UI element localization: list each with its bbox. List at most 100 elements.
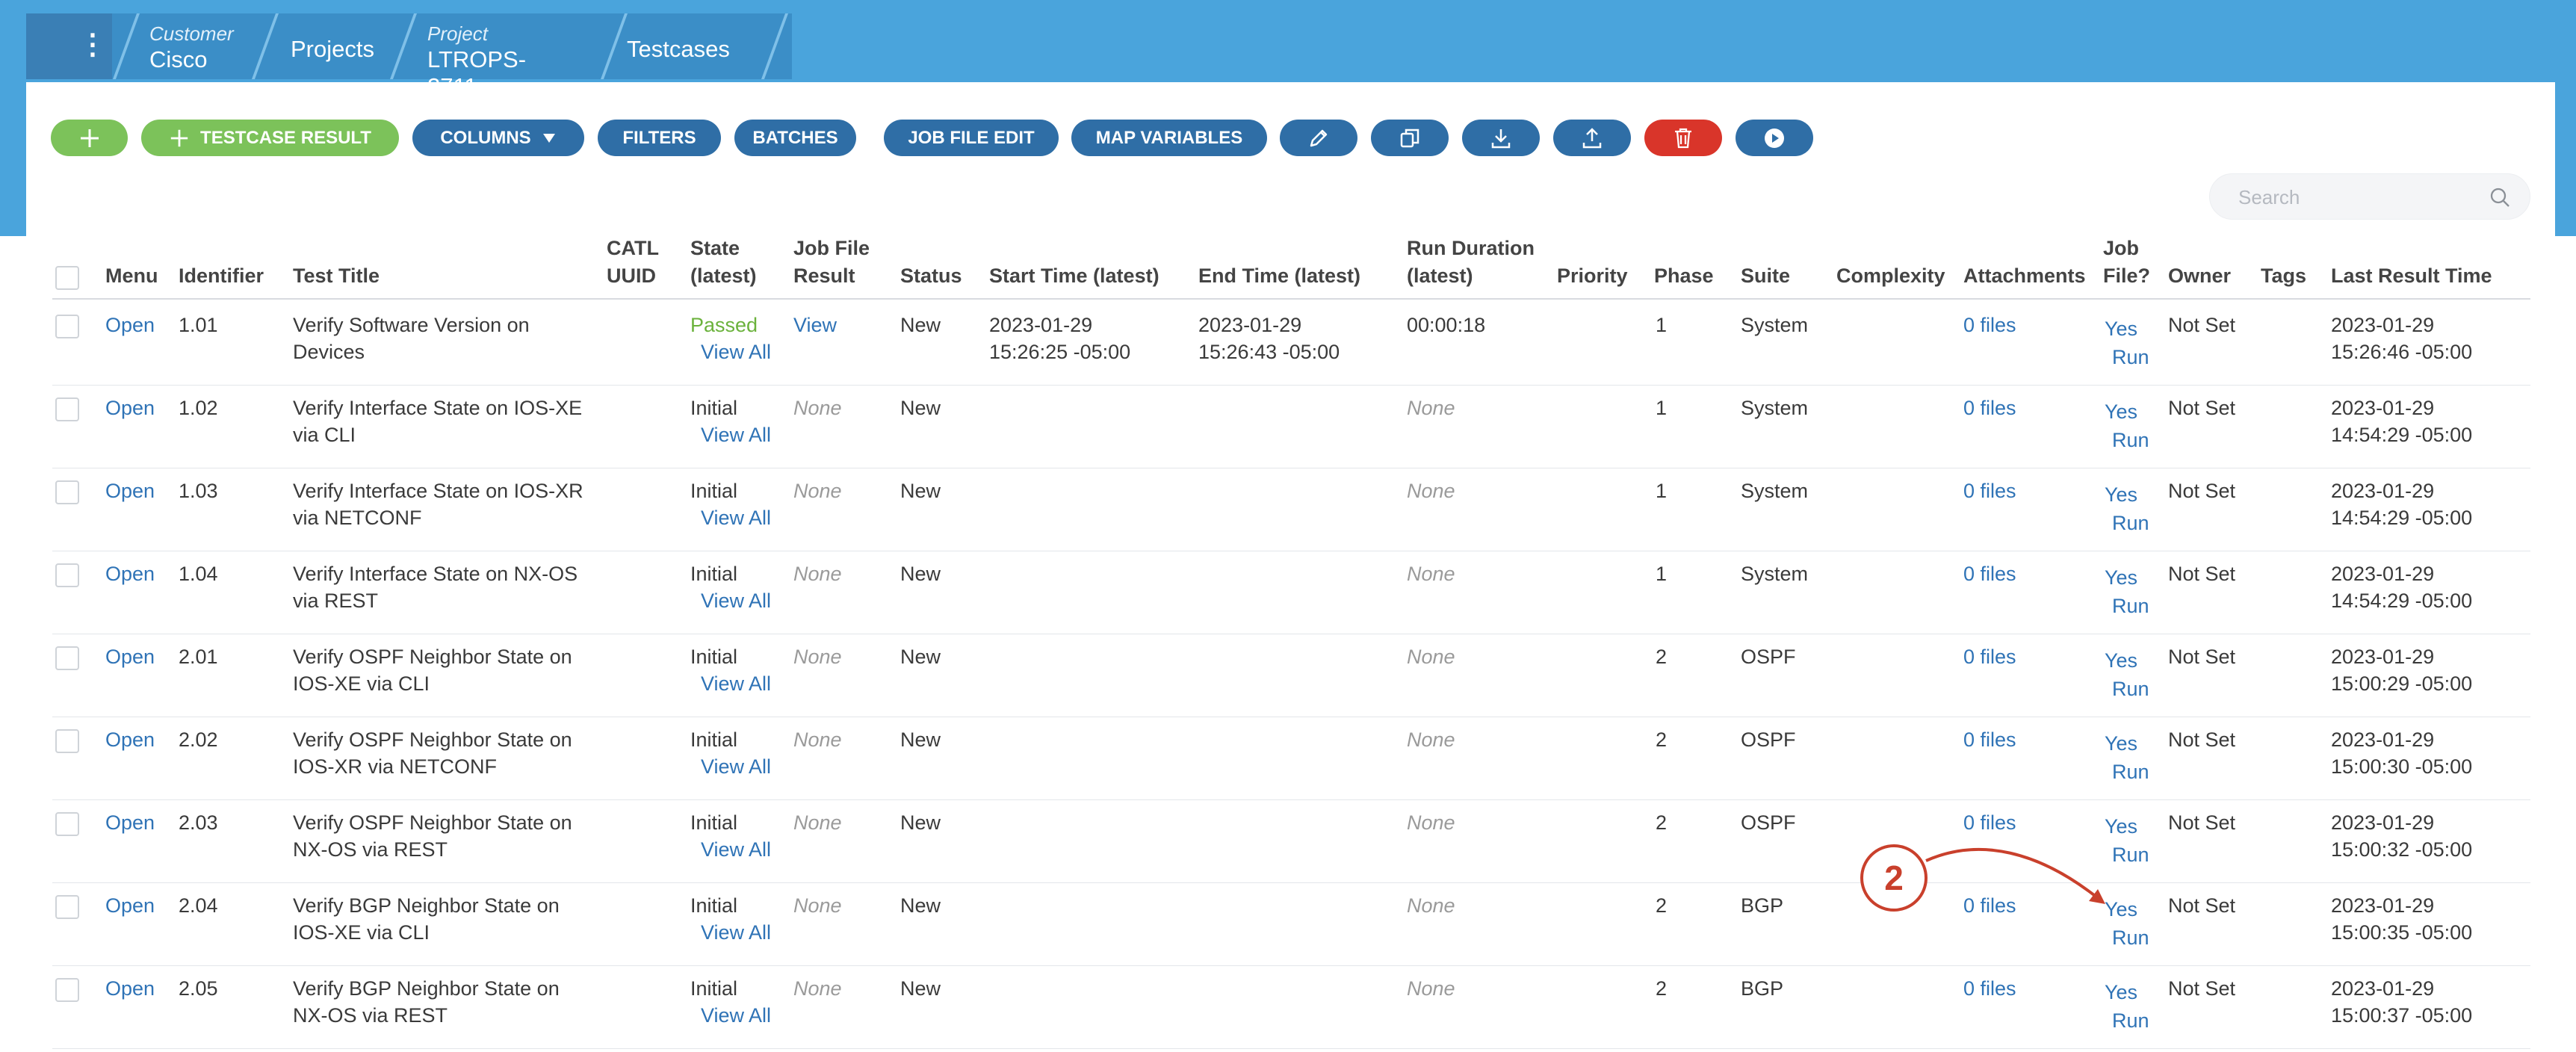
column-header-catl-uuid-line2[interactable]: UUID: [607, 262, 656, 290]
row-view-all-link[interactable]: View All: [701, 587, 771, 615]
row-job-file-result[interactable]: None: [793, 394, 842, 422]
row-checkbox[interactable]: [55, 563, 79, 587]
row-run-link[interactable]: Run: [2112, 841, 2149, 869]
row-job-file-yes-link[interactable]: Yes: [2105, 647, 2137, 675]
row-run-link[interactable]: Run: [2112, 924, 2149, 952]
row-checkbox[interactable]: [55, 315, 79, 338]
row-job-file-result[interactable]: None: [793, 975, 842, 1003]
row-job-file-yes-link[interactable]: Yes: [2105, 813, 2137, 841]
row-view-all-link[interactable]: View All: [701, 504, 771, 532]
column-header-suite[interactable]: Suite: [1741, 262, 1790, 290]
row-open-link[interactable]: Open: [105, 312, 155, 339]
row-open-link[interactable]: Open: [105, 643, 155, 671]
row-view-all-link[interactable]: View All: [701, 421, 771, 449]
row-run-link[interactable]: Run: [2112, 675, 2149, 703]
column-header-job-file-result-line2[interactable]: Result: [793, 262, 855, 290]
row-attachments-link[interactable]: 0 files: [1963, 394, 2016, 422]
column-header-state-line1[interactable]: State: [690, 235, 740, 262]
breadcrumb-testcases[interactable]: Testcases: [627, 36, 730, 63]
row-job-file-result[interactable]: None: [793, 892, 842, 920]
run-button[interactable]: [1736, 120, 1813, 156]
menu-dots-icon[interactable]: ⋮: [78, 30, 107, 60]
columns-button[interactable]: COLUMNS: [412, 120, 584, 156]
column-header-status[interactable]: Status: [900, 262, 962, 290]
breadcrumb-customer-value[interactable]: Cisco: [149, 46, 208, 73]
column-header-test-title[interactable]: Test Title: [293, 262, 380, 290]
row-checkbox[interactable]: [55, 729, 79, 753]
row-run-link[interactable]: Run: [2112, 510, 2149, 537]
row-job-file-result[interactable]: View: [793, 312, 837, 339]
row-job-file-yes-link[interactable]: Yes: [2105, 398, 2137, 426]
row-view-all-link[interactable]: View All: [701, 836, 771, 864]
testcase-result-button[interactable]: TESTCASE RESULT: [141, 120, 399, 156]
select-all-checkbox[interactable]: [55, 266, 79, 290]
filters-button[interactable]: FILTERS: [598, 120, 721, 156]
breadcrumb-project-value[interactable]: LTROPS-2711: [427, 46, 526, 100]
row-job-file-result[interactable]: None: [793, 477, 842, 505]
column-header-job-file-line1[interactable]: Job: [2103, 235, 2139, 262]
row-attachments-link[interactable]: 0 files: [1963, 643, 2016, 671]
row-job-file-yes-link[interactable]: Yes: [2105, 979, 2137, 1006]
row-run-link[interactable]: Run: [2112, 592, 2149, 620]
column-header-attachments[interactable]: Attachments: [1963, 262, 2086, 290]
row-attachments-link[interactable]: 0 files: [1963, 312, 2016, 339]
column-header-owner[interactable]: Owner: [2168, 262, 2231, 290]
row-view-all-link[interactable]: View All: [701, 1002, 771, 1030]
download-button[interactable]: [1462, 120, 1540, 156]
row-run-link[interactable]: Run: [2112, 1007, 2149, 1035]
row-view-all-link[interactable]: View All: [701, 753, 771, 781]
column-header-end-time[interactable]: End Time (latest): [1198, 262, 1360, 290]
row-job-file-yes-link[interactable]: Yes: [2105, 315, 2137, 343]
column-header-tags[interactable]: Tags: [2261, 262, 2306, 290]
row-run-link[interactable]: Run: [2112, 427, 2149, 454]
upload-button[interactable]: [1553, 120, 1631, 156]
column-header-start-time[interactable]: Start Time (latest): [989, 262, 1159, 290]
row-job-file-result[interactable]: None: [793, 643, 842, 671]
row-open-link[interactable]: Open: [105, 477, 155, 505]
row-view-all-link[interactable]: View All: [701, 338, 771, 366]
breadcrumb-projects[interactable]: Projects: [291, 36, 374, 63]
row-checkbox[interactable]: [55, 480, 79, 504]
row-job-file-result[interactable]: None: [793, 726, 842, 754]
row-run-link[interactable]: Run: [2112, 344, 2149, 371]
delete-button[interactable]: [1644, 120, 1722, 156]
column-header-job-file-result-line1[interactable]: Job File: [793, 235, 870, 262]
row-open-link[interactable]: Open: [105, 726, 155, 754]
edit-button[interactable]: [1280, 120, 1357, 156]
map-variables-button[interactable]: MAP VARIABLES: [1071, 120, 1267, 156]
duplicate-button[interactable]: [1371, 120, 1449, 156]
add-button[interactable]: [51, 120, 128, 156]
column-header-run-duration-line2[interactable]: (latest): [1407, 262, 1473, 290]
row-open-link[interactable]: Open: [105, 394, 155, 422]
row-attachments-link[interactable]: 0 files: [1963, 560, 2016, 588]
row-job-file-result[interactable]: None: [793, 809, 842, 837]
row-checkbox[interactable]: [55, 397, 79, 421]
job-file-edit-button[interactable]: JOB FILE EDIT: [884, 120, 1059, 156]
row-job-file-result[interactable]: None: [793, 560, 842, 588]
row-open-link[interactable]: Open: [105, 809, 155, 837]
column-header-complexity[interactable]: Complexity: [1836, 262, 1945, 290]
row-checkbox[interactable]: [55, 646, 79, 670]
row-attachments-link[interactable]: 0 files: [1963, 726, 2016, 754]
row-job-file-yes-link[interactable]: Yes: [2105, 481, 2137, 509]
row-job-file-yes-link[interactable]: Yes: [2105, 730, 2137, 758]
column-header-phase[interactable]: Phase: [1654, 262, 1714, 290]
column-header-run-duration-line1[interactable]: Run Duration: [1407, 235, 1535, 262]
row-checkbox[interactable]: [55, 812, 79, 836]
row-job-file-yes-link[interactable]: Yes: [2105, 564, 2137, 592]
row-view-all-link[interactable]: View All: [701, 670, 771, 698]
row-attachments-link[interactable]: 0 files: [1963, 809, 2016, 837]
search-input[interactable]: [2237, 183, 2479, 211]
row-attachments-link[interactable]: 0 files: [1963, 477, 2016, 505]
row-view-all-link[interactable]: View All: [701, 919, 771, 947]
row-run-link[interactable]: Run: [2112, 758, 2149, 786]
column-header-last-result-time[interactable]: Last Result Time: [2331, 262, 2492, 290]
column-header-state-line2[interactable]: (latest): [690, 262, 757, 290]
column-header-job-file-line2[interactable]: File?: [2103, 262, 2150, 290]
column-header-identifier[interactable]: Identifier: [179, 262, 264, 290]
column-header-catl-uuid-line1[interactable]: CATL: [607, 235, 659, 262]
row-open-link[interactable]: Open: [105, 892, 155, 920]
row-checkbox[interactable]: [55, 978, 79, 1002]
row-checkbox[interactable]: [55, 895, 79, 919]
row-open-link[interactable]: Open: [105, 560, 155, 588]
